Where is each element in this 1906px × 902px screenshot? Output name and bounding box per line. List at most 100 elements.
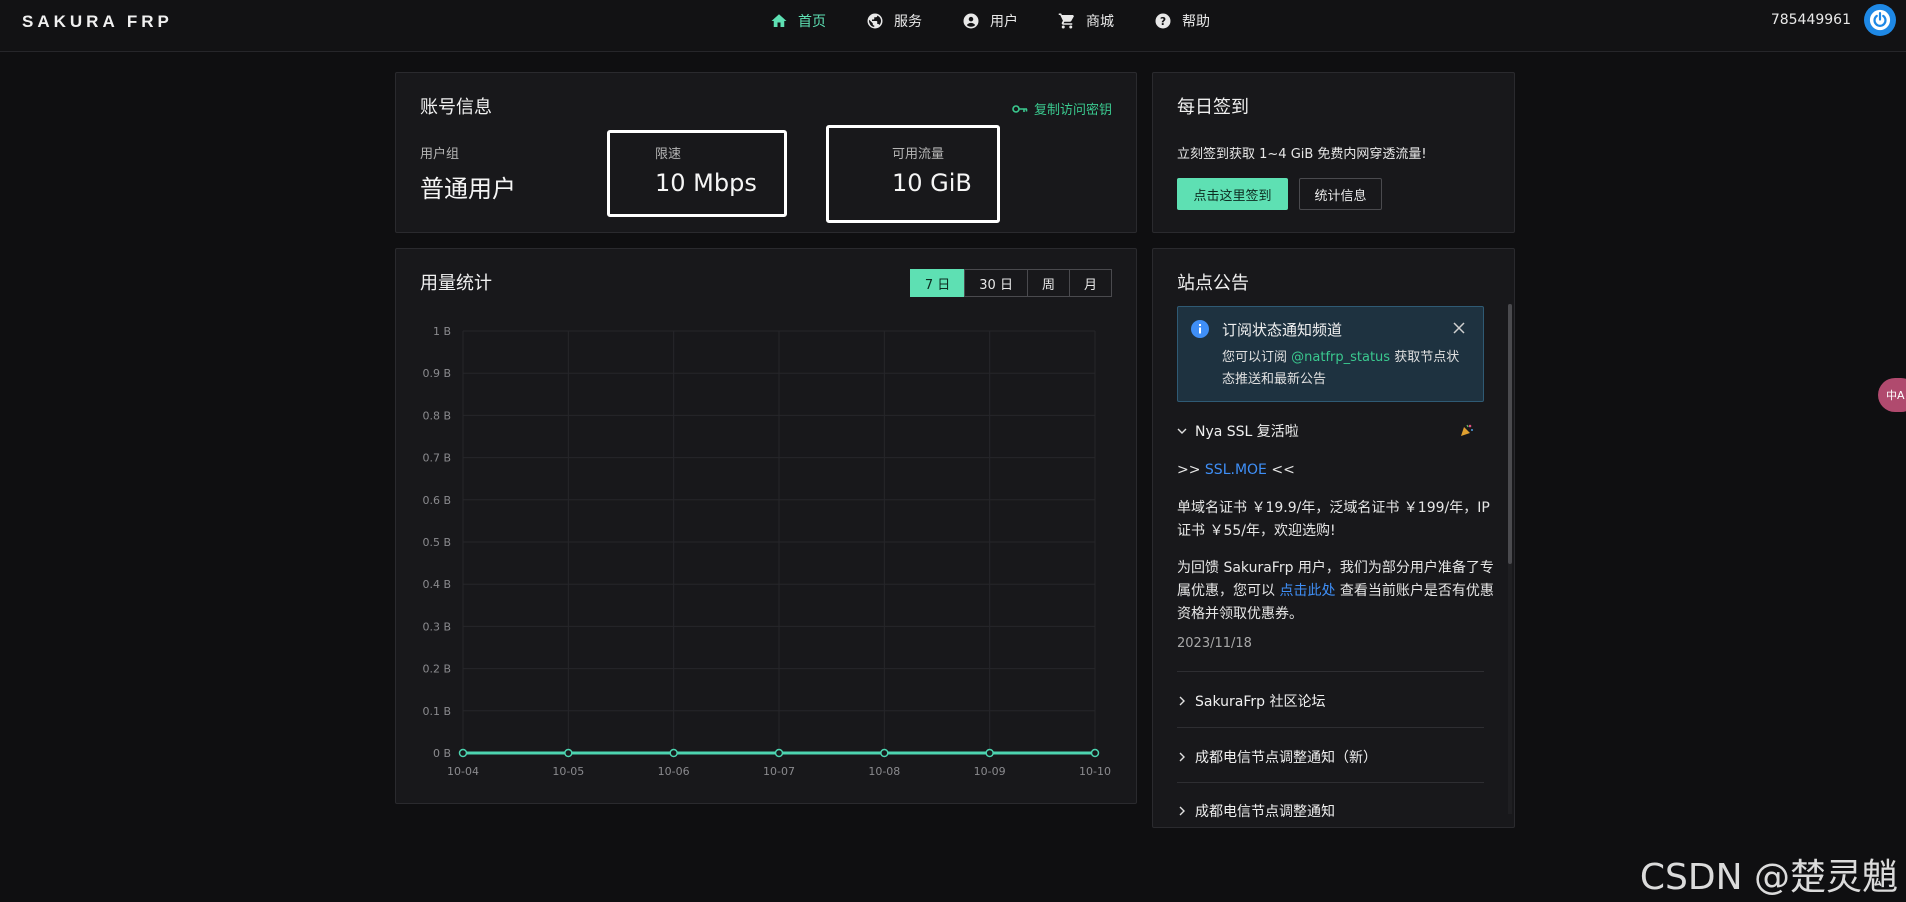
notice-item-title: 成都电信节点调整通知（新）	[1195, 750, 1377, 766]
party-popper-icon	[1461, 424, 1473, 436]
x-tick-label: 10-10	[1079, 765, 1111, 778]
translate-float-button[interactable]: 中A	[1878, 378, 1906, 412]
usage-data-point	[564, 748, 573, 758]
nav-services[interactable]: 服务	[846, 0, 942, 42]
ssl-suffix: <<	[1266, 462, 1295, 478]
x-tick-label: 10-04	[447, 765, 479, 778]
y-tick-label: 0.3 B	[422, 620, 451, 633]
copy-access-key-link[interactable]: 复制访问密钥	[1012, 99, 1112, 118]
nav-services-label: 服务	[894, 14, 922, 30]
x-tick-label: 10-08	[868, 765, 900, 778]
chevron-right-icon	[1179, 696, 1185, 706]
range-tab-month[interactable]: 月	[1068, 269, 1112, 297]
notice-divider	[1177, 671, 1484, 672]
y-tick-label: 0.8 B	[422, 409, 451, 422]
notice-item-title: SakuraFrp 社区论坛	[1195, 694, 1326, 710]
notice-scrollbar-thumb[interactable]	[1508, 304, 1512, 564]
key-icon	[1012, 104, 1028, 113]
chevron-right-icon	[1179, 806, 1185, 816]
ssl-prefix: >>	[1177, 462, 1205, 478]
promo-link[interactable]: 点击此处	[1279, 583, 1335, 599]
chevron-right-icon	[1179, 752, 1185, 762]
available-traffic-value: 10 GiB	[892, 169, 972, 197]
home-icon	[771, 14, 787, 27]
copy-access-key-label: 复制访问密钥	[1033, 103, 1112, 118]
usage-stats-card: 用量统计 7 日 30 日 周 月 0 B 0.1 B 0.2 B 0.3 B 0.4 …	[395, 248, 1137, 804]
site-notice-card: 站点公告 订阅状态通知频道 您可以订阅 @natfrp_status 获取节点状…	[1152, 248, 1515, 828]
ssl-link-line: >> SSL.MOE <<	[1177, 459, 1487, 482]
power-icon	[1869, 9, 1891, 31]
natfrp-status-link[interactable]: @natfrp_status	[1291, 350, 1390, 365]
checkin-button[interactable]: 点击这里签到	[1177, 178, 1288, 210]
x-tick-label: 10-09	[974, 765, 1006, 778]
range-tab-7d[interactable]: 7 日	[909, 269, 966, 297]
nav-shop[interactable]: 商城	[1038, 0, 1134, 42]
notice-divider	[1177, 782, 1484, 783]
nav-user[interactable]: 用户	[942, 0, 1038, 42]
promo-text: 为回馈 SakuraFrp 用户，我们为部分用户准备了专属优惠，您可以 点击此处…	[1177, 557, 1495, 626]
available-traffic-label: 可用流量	[892, 147, 945, 162]
notice-item-chengdu-new[interactable]: 成都电信节点调整通知（新）	[1177, 747, 1377, 767]
alert-body-text: 您可以订阅	[1222, 350, 1292, 365]
usage-data-point	[669, 748, 678, 758]
svg-text:?: ?	[1160, 16, 1166, 28]
speed-limit-label: 限速	[655, 147, 682, 162]
watermark: CSDN @楚灵魈	[1639, 857, 1898, 898]
usage-data-point	[458, 748, 468, 758]
checkin-stats-button[interactable]: 统计信息	[1299, 178, 1382, 210]
notice-divider	[1177, 727, 1484, 728]
y-tick-label: 0.6 B	[422, 494, 451, 507]
range-tab-week[interactable]: 周	[1026, 269, 1070, 297]
chevron-down-icon	[1177, 428, 1187, 434]
y-tick-label: 0.4 B	[422, 578, 451, 591]
close-icon[interactable]	[1453, 322, 1465, 334]
range-tabs: 7 日 30 日 周 月	[909, 269, 1112, 297]
y-tick-label: 0 B	[433, 747, 451, 760]
user-group-label: 用户组	[420, 147, 460, 162]
nav-home-label: 首页	[798, 14, 826, 30]
logout-button[interactable]	[1864, 4, 1896, 36]
x-tick-label: 10-05	[552, 765, 584, 778]
y-tick-label: 0.5 B	[422, 536, 451, 549]
usage-data-point	[985, 748, 994, 758]
info-icon	[1191, 320, 1209, 338]
y-tick-label: 0.1 B	[422, 705, 451, 718]
ssl-price-text: 单域名证书 ￥19.9/年，泛域名证书 ￥199/年，IP 证书 ￥55/年，欢…	[1177, 500, 1490, 539]
alert-title: 订阅状态通知频道	[1222, 321, 1343, 339]
main-nav: 首页 服务 用户 商城 ? 帮助	[750, 0, 1230, 42]
daily-checkin-title: 每日签到	[1177, 97, 1249, 118]
usage-data-point	[880, 748, 889, 758]
cart-icon	[1058, 13, 1074, 29]
top-navbar: SAKURA FRP 首页 服务 用户 商城 ? 帮助 785449961	[0, 0, 1906, 52]
site-logo[interactable]: SAKURA FRP	[22, 12, 173, 32]
nav-help-label: 帮助	[1182, 14, 1210, 30]
y-tick-label: 0.9 B	[422, 367, 451, 380]
globe-icon	[867, 13, 883, 29]
help-icon: ?	[1155, 13, 1171, 29]
ssl-moe-link[interactable]: SSL.MOE	[1205, 462, 1267, 478]
alert-body: 您可以订阅 @natfrp_status 获取节点状态推送和最新公告	[1222, 347, 1472, 391]
user-icon	[963, 13, 979, 29]
notice-item-title: Nya SSL 复活啦	[1195, 424, 1299, 440]
subscribe-alert: 订阅状态通知频道 您可以订阅 @natfrp_status 获取节点状态推送和最…	[1177, 306, 1484, 402]
nav-help[interactable]: ? 帮助	[1134, 0, 1230, 42]
usage-stats-title: 用量统计	[420, 273, 492, 294]
notice-item-chengdu[interactable]: 成都电信节点调整通知	[1177, 801, 1335, 821]
y-tick-label: 1 B	[433, 325, 451, 338]
y-tick-label: 0.2 B	[422, 663, 451, 676]
range-tab-30d[interactable]: 30 日	[964, 269, 1028, 297]
checkin-description: 立刻签到获取 1~4 GiB 免费内网穿透流量!	[1177, 147, 1427, 162]
notice-item-nya-ssl[interactable]: Nya SSL 复活啦	[1177, 421, 1299, 441]
nav-user-label: 用户	[990, 14, 1018, 30]
usage-data-point	[1090, 748, 1100, 758]
notice-date: 2023/11/18	[1177, 636, 1252, 651]
notice-item-forum[interactable]: SakuraFrp 社区论坛	[1177, 691, 1325, 711]
account-info-title: 账号信息	[420, 97, 492, 118]
user-id[interactable]: 785449961	[1771, 12, 1851, 28]
x-tick-label: 10-06	[658, 765, 690, 778]
user-group-value: 普通用户	[420, 175, 516, 203]
nav-home[interactable]: 首页	[750, 0, 846, 42]
y-tick-label: 0.7 B	[422, 452, 451, 465]
usage-data-point	[774, 748, 784, 758]
x-tick-label: 10-07	[763, 765, 795, 778]
